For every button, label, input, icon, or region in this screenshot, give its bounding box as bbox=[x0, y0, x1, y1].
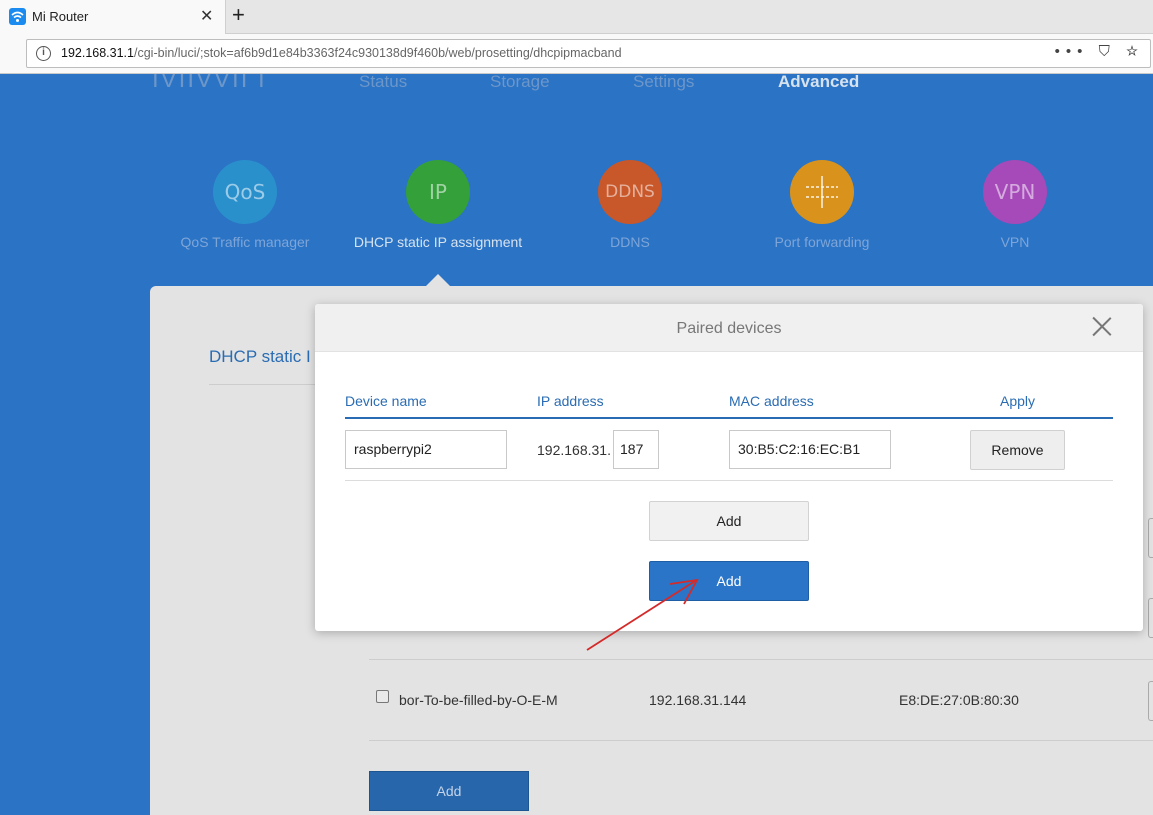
tab-title: Mi Router bbox=[32, 9, 89, 24]
column-header-apply: Apply bbox=[1000, 393, 1036, 409]
ip-prefix: 192.168.31. bbox=[537, 442, 611, 458]
remove-button[interactable]: Remove bbox=[970, 430, 1065, 470]
header-divider bbox=[345, 417, 1113, 419]
url-bar[interactable]: i 192.168.31.1/cgi-bin/luci/;stok=af6b9d… bbox=[26, 39, 1151, 68]
add-confirm-button[interactable]: Add bbox=[649, 561, 809, 601]
column-header-mac-address: MAC address bbox=[729, 393, 814, 409]
column-header-device-name: Device name bbox=[345, 393, 427, 409]
column-header-ip-address: IP address bbox=[537, 393, 604, 409]
paired-devices-dialog: Paired devices Device name IP address MA… bbox=[315, 304, 1143, 631]
mac-address-input[interactable]: 30:B5:C2:16:EC:B1 bbox=[729, 430, 891, 469]
ip-last-octet-input[interactable]: 187 bbox=[613, 430, 659, 469]
add-row-button[interactable]: Add bbox=[649, 501, 809, 541]
dialog-header: Paired devices bbox=[315, 304, 1143, 352]
dialog-title: Paired devices bbox=[676, 320, 782, 337]
page-actions-icon[interactable]: ••• ⛉ ☆ bbox=[1055, 43, 1144, 60]
close-icon[interactable] bbox=[1091, 316, 1113, 338]
wifi-icon bbox=[9, 8, 26, 25]
url-text[interactable]: 192.168.31.1/cgi-bin/luci/;stok=af6b9d1e… bbox=[61, 46, 622, 60]
browser-toolbar: i 192.168.31.1/cgi-bin/luci/;stok=af6b9d… bbox=[0, 34, 1153, 74]
browser-tab[interactable]: Mi Router ✕ bbox=[0, 0, 226, 34]
browser-tabstrip: Mi Router ✕ + bbox=[0, 0, 1153, 34]
info-icon[interactable]: i bbox=[36, 46, 51, 61]
new-tab-icon[interactable]: + bbox=[232, 2, 245, 28]
row-divider bbox=[345, 480, 1113, 481]
device-name-input[interactable]: raspberrypi2 bbox=[345, 430, 507, 469]
close-tab-icon[interactable]: ✕ bbox=[200, 6, 213, 26]
